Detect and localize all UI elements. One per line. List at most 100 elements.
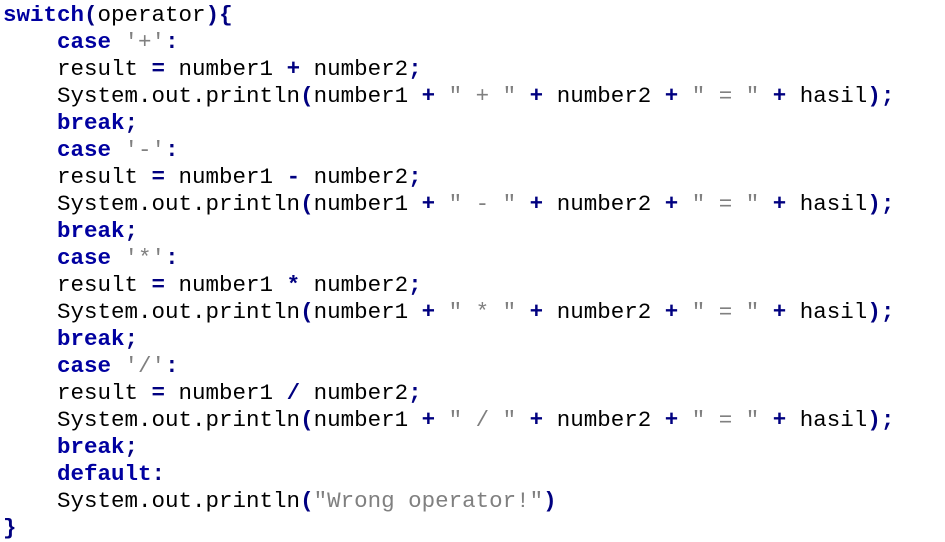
code-operator: : xyxy=(165,137,179,163)
code-operator: ; xyxy=(408,164,422,190)
code-text: result xyxy=(3,380,152,406)
code-string: " + " xyxy=(448,83,517,109)
code-string: '-' xyxy=(124,137,166,163)
code-operator: - xyxy=(286,164,301,190)
code-operator: ; xyxy=(124,110,139,136)
code-line: result = number1 / number2; xyxy=(0,380,945,407)
code-string: " * " xyxy=(448,299,517,325)
code-text: number1 xyxy=(313,191,422,217)
code-operator: + xyxy=(421,191,436,217)
code-operator: ); xyxy=(867,191,895,217)
code-operator: + xyxy=(529,407,544,433)
code-string: " = " xyxy=(691,191,760,217)
code-keyword: switch xyxy=(3,2,85,28)
code-line: } xyxy=(0,515,945,542)
code-editor: switch(operator){ case '+': result = num… xyxy=(0,0,945,542)
code-text: number1 xyxy=(313,407,422,433)
code-line: break; xyxy=(0,218,945,245)
code-operator: : xyxy=(165,29,179,55)
code-line: default: xyxy=(0,461,945,488)
code-operator: : xyxy=(165,245,179,271)
code-operator: + xyxy=(421,83,436,109)
code-operator: = xyxy=(151,380,166,406)
code-line: switch(operator){ xyxy=(0,2,945,29)
code-text: System.out.println xyxy=(3,407,301,433)
code-operator: ; xyxy=(408,380,422,406)
code-operator: + xyxy=(664,83,679,109)
code-line: break; xyxy=(0,110,945,137)
code-keyword: case xyxy=(57,245,112,271)
code-operator: = xyxy=(151,272,166,298)
code-operator: + xyxy=(529,299,544,325)
code-text: System.out.println xyxy=(3,83,301,109)
code-operator: = xyxy=(151,164,166,190)
code-string: '+' xyxy=(124,29,166,55)
code-keyword: break xyxy=(57,434,125,460)
code-text: hasil xyxy=(786,407,868,433)
code-text: number2 xyxy=(300,56,409,82)
code-string: '/' xyxy=(124,353,166,379)
code-operator: ( xyxy=(300,83,314,109)
code-operator: + xyxy=(772,83,787,109)
code-operator: + xyxy=(529,191,544,217)
code-keyword: default xyxy=(57,461,152,487)
code-line: System.out.println(number1 + " / " + num… xyxy=(0,407,945,434)
code-operator: ); xyxy=(867,299,895,325)
code-string: " = " xyxy=(691,299,760,325)
code-operator: + xyxy=(664,407,679,433)
code-operator: : xyxy=(165,353,179,379)
code-text: result xyxy=(3,56,152,82)
code-text: number2 xyxy=(543,299,665,325)
code-line: break; xyxy=(0,434,945,461)
code-line: System.out.println(number1 + " - " + num… xyxy=(0,191,945,218)
code-line: result = number1 - number2; xyxy=(0,164,945,191)
code-operator: + xyxy=(286,56,301,82)
code-line: result = number1 + number2; xyxy=(0,56,945,83)
code-operator: + xyxy=(772,407,787,433)
code-text: number1 xyxy=(165,56,287,82)
code-operator: + xyxy=(421,407,436,433)
code-keyword: break xyxy=(57,218,125,244)
code-operator: ){ xyxy=(205,2,233,28)
code-text: hasil xyxy=(786,299,868,325)
code-operator: ; xyxy=(124,434,139,460)
code-line: result = number1 * number2; xyxy=(0,272,945,299)
code-string: '*' xyxy=(124,245,166,271)
code-operator: + xyxy=(772,299,787,325)
code-text: System.out.println xyxy=(3,299,301,325)
code-operator: ; xyxy=(408,272,422,298)
code-text: number2 xyxy=(300,272,409,298)
code-line: case '/': xyxy=(0,353,945,380)
code-operator: ( xyxy=(300,299,314,325)
code-text: hasil xyxy=(786,83,868,109)
code-text: operator xyxy=(97,2,206,28)
code-operator: ; xyxy=(408,56,422,82)
code-operator: ; xyxy=(124,326,139,352)
code-keyword: case xyxy=(57,29,112,55)
code-text: result xyxy=(3,272,152,298)
code-string: " - " xyxy=(448,191,517,217)
code-text: number2 xyxy=(300,164,409,190)
code-operator: + xyxy=(664,299,679,325)
code-operator: ( xyxy=(300,407,314,433)
code-operator: : xyxy=(151,461,166,487)
code-text: number1 xyxy=(313,83,422,109)
